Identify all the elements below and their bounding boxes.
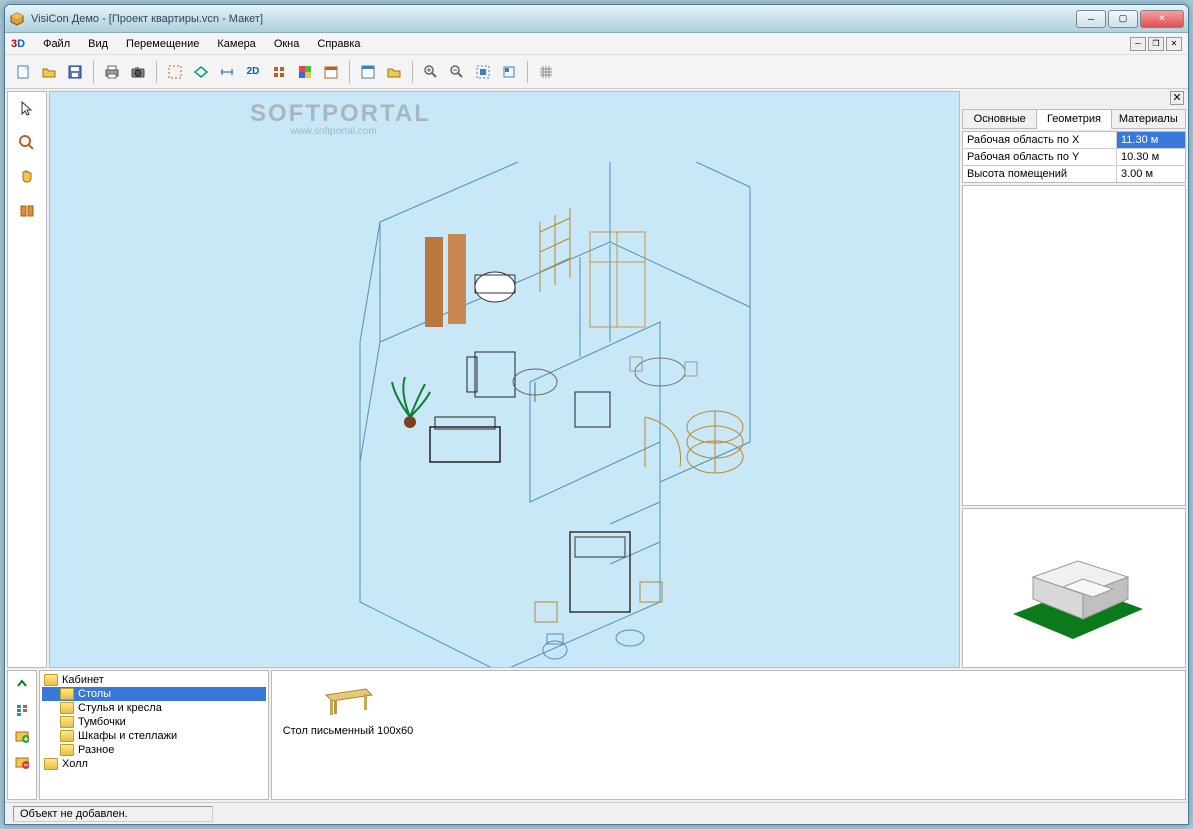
- tree-add-button[interactable]: [12, 727, 32, 745]
- browser-button[interactable]: [356, 60, 380, 84]
- window-title: VisiCon Демо - [Проект квартиры.vcn - Ма…: [31, 13, 1074, 25]
- view-2d-button[interactable]: 2D: [241, 60, 265, 84]
- tree-list-button[interactable]: [12, 701, 32, 719]
- property-row[interactable]: Рабочая область по X 11.30 м: [963, 132, 1185, 149]
- property-label: Рабочая область по X: [963, 132, 1117, 148]
- catalog-item-label: Стол письменный 100x60: [278, 725, 418, 737]
- property-label: Рабочая область по Y: [963, 149, 1117, 165]
- zoom-fit-button[interactable]: [471, 60, 495, 84]
- properties-table: Рабочая область по X 11.30 м Рабочая обл…: [962, 131, 1186, 183]
- catalog-tree[interactable]: Кабинет Столы Стулья и кресла Тумбочки Ш…: [39, 670, 269, 800]
- menu-file[interactable]: Файл: [35, 35, 78, 53]
- folder-icon: [60, 744, 74, 756]
- mdi-close-button[interactable]: ✕: [1166, 37, 1182, 51]
- menu-move[interactable]: Перемещение: [118, 35, 207, 53]
- tree-label: Столы: [78, 688, 111, 700]
- zoom-out-button[interactable]: [445, 60, 469, 84]
- maximize-button[interactable]: ▢: [1108, 10, 1138, 28]
- tree-folder-root[interactable]: Кабинет: [42, 673, 266, 687]
- new-button[interactable]: [11, 60, 35, 84]
- watermark-url: www.softportal.com: [290, 126, 377, 137]
- panel-close-button[interactable]: ✕: [1170, 91, 1184, 105]
- tree-folder[interactable]: Холл: [42, 757, 266, 771]
- toolbar: 2D: [5, 55, 1188, 89]
- zoom-tool[interactable]: [13, 130, 41, 156]
- menu-view[interactable]: Вид: [80, 35, 116, 53]
- tree-label: Холл: [62, 758, 88, 770]
- pan-tool[interactable]: [13, 164, 41, 190]
- catalog-items[interactable]: Стол письменный 100x60: [271, 670, 1186, 800]
- calendar-button[interactable]: [319, 60, 343, 84]
- property-label: Высота помещений: [963, 166, 1117, 182]
- watermark-text: SOFTPORTAL: [250, 100, 431, 128]
- tree-folder[interactable]: Шкафы и стеллажи: [42, 729, 266, 743]
- tree-remove-button[interactable]: [12, 753, 32, 771]
- zoom-window-button[interactable]: [497, 60, 521, 84]
- folder-icon: [60, 730, 74, 742]
- tab-materials[interactable]: Материалы: [1112, 110, 1185, 128]
- tree-folder[interactable]: Разное: [42, 743, 266, 757]
- menu-help[interactable]: Справка: [309, 35, 368, 53]
- walls-button[interactable]: [163, 60, 187, 84]
- statusbar: Объект не добавлен.: [5, 802, 1188, 824]
- property-value[interactable]: 3.00 м: [1117, 166, 1185, 182]
- folder-icon: [60, 688, 74, 700]
- menu-camera[interactable]: Камера: [209, 35, 263, 53]
- property-row[interactable]: Высота помещений 3.00 м: [963, 166, 1185, 182]
- select-tool[interactable]: [13, 96, 41, 122]
- folder-button[interactable]: [382, 60, 406, 84]
- tree-folder[interactable]: Тумбочки: [42, 715, 266, 729]
- folder-icon: [44, 674, 58, 686]
- tree-folder[interactable]: Столы: [42, 687, 266, 701]
- app-icon: [9, 11, 25, 27]
- tree-label: Стулья и кресла: [78, 702, 162, 714]
- titlebar: VisiCon Демо - [Проект квартиры.vcn - Ма…: [5, 5, 1188, 33]
- grid-toggle-button[interactable]: [534, 60, 558, 84]
- grid-snap-button[interactable]: [267, 60, 291, 84]
- catalog-thumbnail: [318, 677, 378, 721]
- orbit-tool[interactable]: [13, 198, 41, 224]
- close-button[interactable]: ✕: [1140, 10, 1184, 28]
- camera-button[interactable]: [126, 60, 150, 84]
- folder-icon: [44, 758, 58, 770]
- left-toolbar: [7, 91, 47, 668]
- properties-panel: ✕ Основные Геометрия Материалы Рабочая о…: [962, 91, 1186, 668]
- property-value[interactable]: 11.30 м: [1117, 132, 1185, 148]
- mdi-restore-button[interactable]: ❐: [1148, 37, 1164, 51]
- minimize-button[interactable]: ─: [1076, 10, 1106, 28]
- property-row[interactable]: Рабочая область по Y 10.30 м: [963, 149, 1185, 166]
- logo-3d: 3D: [11, 38, 25, 50]
- mdi-minimize-button[interactable]: ─: [1130, 37, 1146, 51]
- menubar: 3D Файл Вид Перемещение Камера Окна Спра…: [5, 33, 1188, 55]
- tree-controls: [7, 670, 37, 800]
- status-text: Объект не добавлен.: [13, 806, 213, 822]
- tree-label: Тумбочки: [78, 716, 126, 728]
- viewport-3d[interactable]: SOFTPORTAL www.softportal.com: [49, 91, 960, 668]
- tree-label: Кабинет: [62, 674, 104, 686]
- save-button[interactable]: [63, 60, 87, 84]
- menu-windows[interactable]: Окна: [266, 35, 308, 53]
- tree-up-button[interactable]: [12, 675, 32, 693]
- materials-button[interactable]: [293, 60, 317, 84]
- property-tabs: Основные Геометрия Материалы: [962, 109, 1186, 129]
- catalog-area: Кабинет Столы Стулья и кресла Тумбочки Ш…: [7, 670, 1186, 800]
- tab-main[interactable]: Основные: [963, 110, 1037, 128]
- open-button[interactable]: [37, 60, 61, 84]
- property-value[interactable]: 10.30 м: [1117, 149, 1185, 165]
- floor-button[interactable]: [189, 60, 213, 84]
- tree-folder[interactable]: Стулья и кресла: [42, 701, 266, 715]
- room-model: [330, 162, 770, 668]
- catalog-item[interactable]: Стол письменный 100x60: [278, 677, 418, 793]
- folder-icon: [60, 702, 74, 714]
- folder-icon: [60, 716, 74, 728]
- zoom-in-button[interactable]: [419, 60, 443, 84]
- tab-geometry[interactable]: Геометрия: [1037, 110, 1111, 129]
- tree-label: Шкафы и стеллажи: [78, 730, 177, 742]
- properties-blank-area: [962, 185, 1186, 506]
- dimensions-button[interactable]: [215, 60, 239, 84]
- print-button[interactable]: [100, 60, 124, 84]
- tree-label: Разное: [78, 744, 114, 756]
- overview-viewport[interactable]: [962, 508, 1186, 668]
